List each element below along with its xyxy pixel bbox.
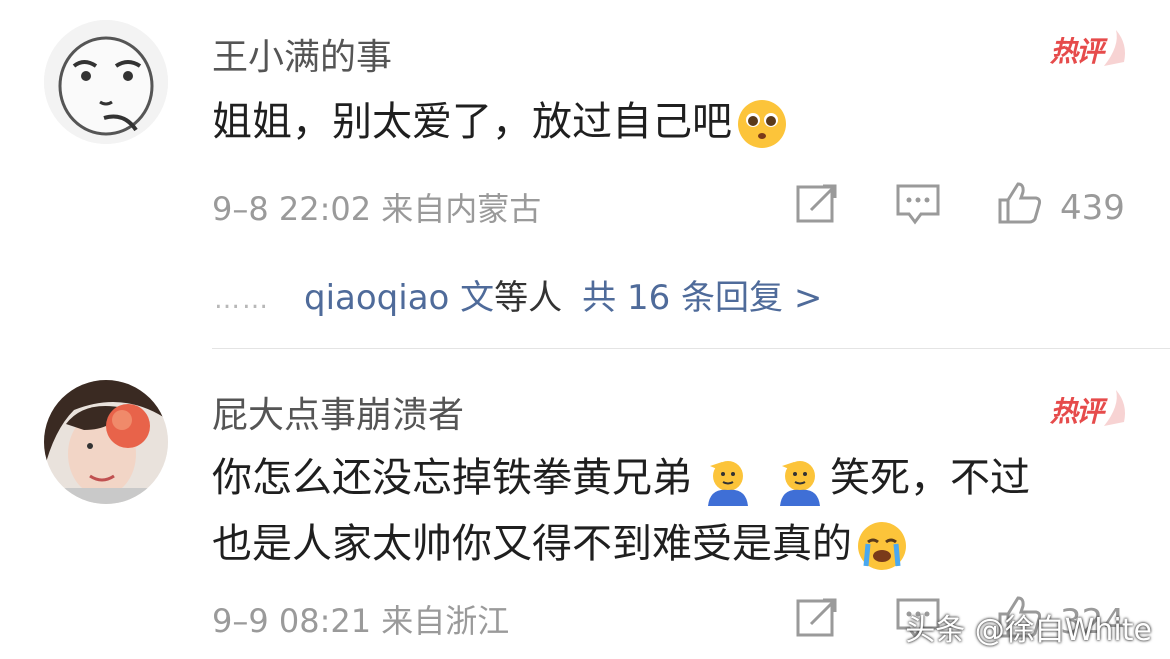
- comment-text-content: 姐姐，别太爱了，放过自己吧: [212, 99, 732, 145]
- comment-divider: [212, 348, 1170, 349]
- badge-label: 热评: [1050, 35, 1104, 68]
- watermark: 头条 @徐白White: [905, 613, 1152, 648]
- hot-comment-badge: 热评: [1050, 26, 1130, 70]
- pleading-face-emoji: [736, 98, 788, 150]
- comment-meta: 9–8 22:02 来自内蒙古: [212, 190, 542, 228]
- crying-face-emoji: [856, 520, 908, 572]
- saluting-face-emoji: [702, 454, 754, 506]
- like-count: 439: [1060, 187, 1125, 228]
- comment-text-line-1: 你怎么还没忘掉铁拳黄兄弟 笑死，不过: [212, 448, 1030, 508]
- saluting-face-emoji: [774, 454, 826, 506]
- like-icon: [996, 180, 1044, 235]
- username[interactable]: 屁大点事崩溃者: [212, 386, 464, 438]
- reply-button[interactable]: [895, 182, 941, 235]
- like-button[interactable]: 439: [996, 180, 1125, 235]
- hot-comment-badge: 热评: [1050, 386, 1130, 430]
- reply-names-suffix: 等人: [494, 278, 563, 318]
- share-button[interactable]: [795, 182, 839, 235]
- comment-text-content: 也是人家太帅你又得不到难受是真的: [212, 521, 852, 567]
- replies-dots: ……: [214, 284, 270, 315]
- reply-user-names: qiaoqiao 文: [304, 278, 495, 318]
- comment-text-content: 你怎么还没忘掉铁拳黄兄弟: [212, 455, 692, 501]
- comment-text: 姐姐，别太爱了，放过自己吧: [212, 92, 792, 152]
- comment-icon: [895, 182, 941, 235]
- avatar[interactable]: [44, 20, 168, 144]
- share-icon: [795, 182, 839, 235]
- comment-text-line-2: 也是人家太帅你又得不到难受是真的: [212, 514, 912, 574]
- avatar[interactable]: [44, 380, 168, 504]
- badge-label: 热评: [1050, 395, 1104, 428]
- view-replies-link[interactable]: …… qiaoqiao 文等人共 16 条回复 >: [214, 270, 822, 319]
- username[interactable]: 王小满的事: [212, 28, 392, 80]
- comment-meta: 9–9 08:21 来自浙江: [212, 602, 510, 640]
- comment-text-content: 笑死，不过: [830, 455, 1030, 501]
- share-icon: [795, 596, 839, 649]
- share-button[interactable]: [795, 596, 839, 649]
- reply-count: 共 16 条回复 >: [582, 278, 823, 318]
